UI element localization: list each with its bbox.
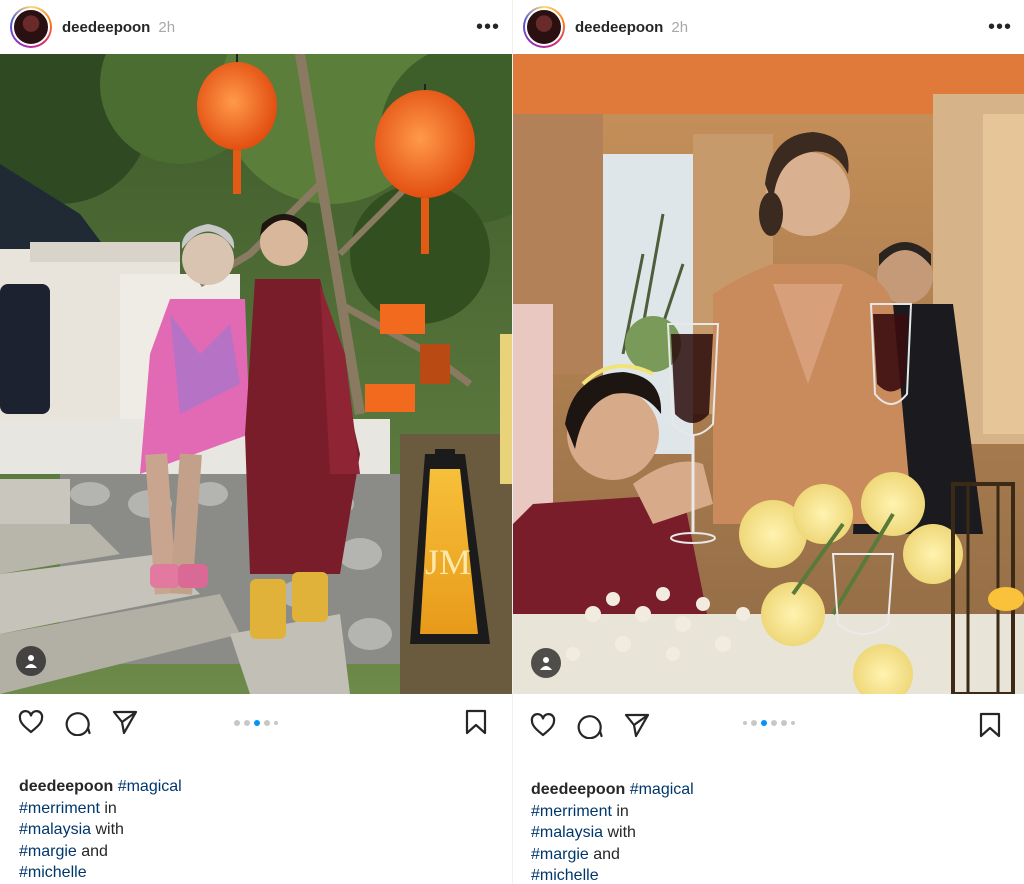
post-username[interactable]: deedeepoon	[62, 19, 150, 36]
post-time: 2h	[158, 18, 176, 36]
caption-text: in	[611, 802, 629, 820]
avatar[interactable]	[523, 6, 565, 48]
post-username[interactable]: deedeepoon	[575, 19, 663, 36]
post-left: deedeepoon 2h ••• JM deedeepoon #magical…	[0, 0, 512, 884]
post-caption: deedeepoon #magical #merriment in #malay…	[531, 779, 694, 884]
carousel-dot	[742, 721, 747, 725]
hashtag[interactable]: #magical	[630, 781, 694, 798]
carousel-dot	[244, 720, 250, 726]
carousel-dot-active	[254, 720, 260, 726]
hashtag[interactable]: #michelle	[531, 867, 599, 884]
hashtag[interactable]: #malaysia	[19, 821, 91, 838]
post-time: 2h	[671, 18, 689, 36]
caption-text: in	[99, 799, 117, 817]
carousel-dots	[513, 720, 1024, 726]
caption-username[interactable]: deedeepoon	[19, 778, 113, 795]
post-right: deedeepoon 2h ••• deedeepoon #magical #m…	[512, 0, 1024, 884]
photo-dinner-scene	[513, 54, 1024, 694]
carousel-dot	[750, 720, 757, 726]
hashtag[interactable]: #merriment	[531, 803, 612, 820]
hashtag[interactable]: #magical	[118, 778, 182, 795]
carousel-dot-active	[760, 720, 767, 726]
post-actions	[0, 694, 512, 752]
hashtag[interactable]: #merriment	[19, 800, 100, 817]
caption-text: with	[91, 821, 124, 838]
carousel-dot	[790, 721, 795, 725]
hashtag[interactable]: #malaysia	[531, 824, 603, 841]
more-options-icon[interactable]: •••	[476, 17, 500, 37]
caption-username[interactable]: deedeepoon	[531, 781, 625, 798]
tag-person-icon[interactable]	[16, 646, 46, 676]
caption-text: with	[603, 824, 636, 841]
carousel-dot	[780, 720, 787, 726]
post-caption: deedeepoon #magical #merriment in #malay…	[19, 776, 182, 884]
carousel-dot	[264, 720, 270, 726]
bookmark-icon[interactable]	[976, 711, 1004, 739]
tag-person-icon[interactable]	[531, 648, 561, 678]
post-header: deedeepoon 2h •••	[0, 0, 512, 54]
carousel-dot	[770, 720, 777, 726]
post-photo[interactable]: JM	[0, 54, 512, 694]
lantern-monogram: JM	[425, 542, 471, 582]
hashtag[interactable]: #michelle	[19, 864, 87, 881]
bookmark-icon[interactable]	[462, 708, 490, 736]
more-options-icon[interactable]: •••	[988, 17, 1012, 37]
hashtag[interactable]: #margie	[531, 846, 589, 863]
carousel-dots	[0, 720, 512, 726]
caption-text: and	[76, 842, 108, 860]
post-actions	[513, 694, 1024, 752]
post-header: deedeepoon 2h •••	[513, 0, 1024, 54]
hashtag[interactable]: #margie	[19, 843, 77, 860]
avatar[interactable]	[10, 6, 52, 48]
post-photo[interactable]	[513, 54, 1024, 694]
carousel-dot	[274, 721, 278, 725]
caption-text: and	[588, 845, 620, 863]
carousel-dot	[234, 720, 240, 726]
photo-garden-scene: JM	[0, 54, 512, 694]
